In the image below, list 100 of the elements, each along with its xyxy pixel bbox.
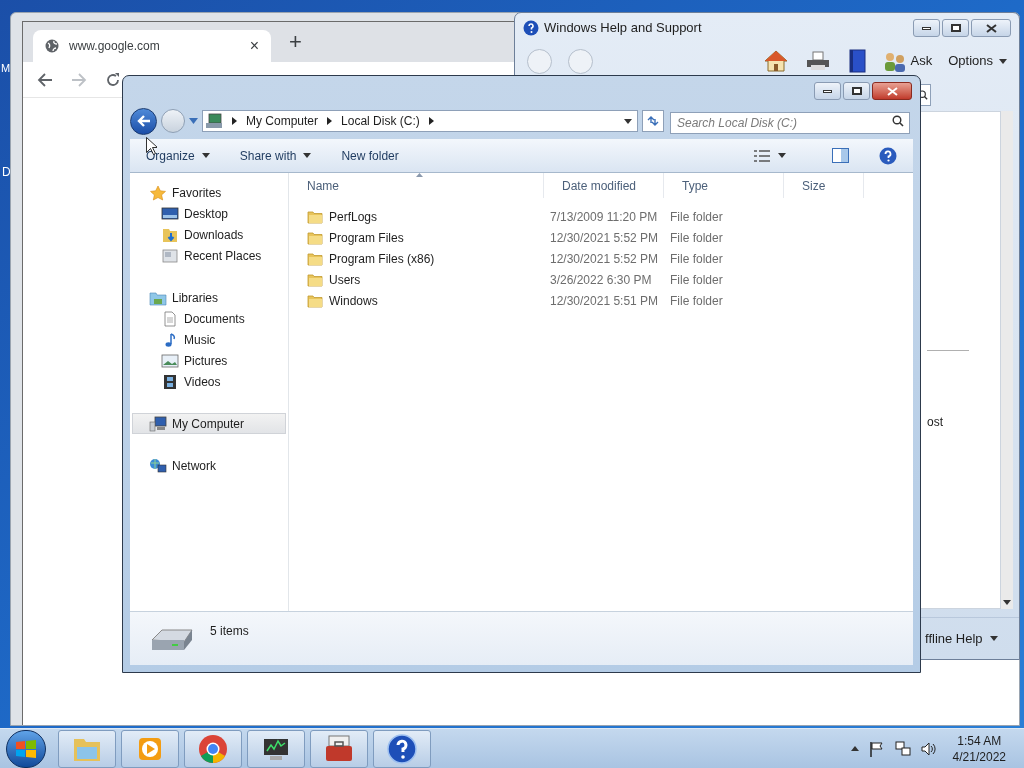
- help-text: ost: [927, 414, 944, 431]
- taskbar-app-button[interactable]: [310, 729, 368, 768]
- scrollbar[interactable]: [1001, 111, 1013, 609]
- file-name: PerfLogs: [329, 208, 378, 226]
- minimize-button[interactable]: [913, 19, 940, 37]
- nav-item[interactable]: Downloads: [132, 224, 286, 245]
- computer-icon: [149, 415, 167, 432]
- item-count: 5 items: [210, 623, 249, 640]
- nav-item[interactable]: Desktop: [132, 203, 286, 224]
- network-icon[interactable]: [894, 740, 911, 757]
- tab-close-button[interactable]: ×: [249, 34, 259, 58]
- flag-icon[interactable]: [868, 740, 885, 757]
- back-arrow-icon[interactable]: [37, 71, 53, 88]
- folder-icon: [307, 251, 323, 266]
- toolbar-command[interactable]: New folder: [341, 146, 399, 165]
- nav-item[interactable]: My Computer: [132, 413, 286, 434]
- caret-icon: [303, 153, 312, 158]
- desktop-icon-label: M: [1, 61, 11, 76]
- library-icon: [149, 289, 167, 306]
- new-tab-button[interactable]: +: [289, 25, 302, 58]
- printer-icon[interactable]: [804, 50, 831, 72]
- file-row[interactable]: Program Files 12/30/2021 5:52 PM File folder: [289, 227, 913, 248]
- nav-item[interactable]: Libraries: [132, 287, 286, 308]
- date-modified: 7/13/2009 11:20 PM: [549, 208, 659, 226]
- file-type: File folder: [669, 292, 724, 310]
- close-button[interactable]: [971, 19, 1011, 37]
- toolbar-command[interactable]: Organize: [146, 146, 210, 165]
- back-button[interactable]: [130, 107, 157, 135]
- file-row[interactable]: Users 3/26/2022 6:30 PM File folder: [289, 269, 913, 290]
- folder-download-icon: [161, 226, 179, 243]
- file-name: Program Files (x86): [329, 250, 435, 268]
- help-icon: [386, 732, 418, 765]
- date-modified: 12/30/2021 5:52 PM: [549, 250, 660, 268]
- nav-item[interactable]: Documents: [132, 308, 286, 329]
- close-button[interactable]: [872, 82, 912, 100]
- view-options-button[interactable]: [754, 149, 786, 162]
- nav-item[interactable]: Recent Places: [132, 245, 286, 266]
- help-icon[interactable]: [879, 146, 897, 165]
- folder-icon: [307, 272, 323, 287]
- folder-icon: [307, 293, 323, 308]
- taskbar-app-button[interactable]: [247, 729, 305, 768]
- home-icon[interactable]: [762, 49, 789, 73]
- file-name: Users: [329, 271, 361, 289]
- maximize-button[interactable]: [843, 82, 870, 100]
- globe-icon: [45, 39, 59, 53]
- film-strip-icon: [161, 373, 179, 390]
- date-modified: 12/30/2021 5:52 PM: [549, 229, 660, 247]
- refresh-button[interactable]: [642, 110, 664, 132]
- browser-tab[interactable]: www.google.com ×: [33, 30, 271, 62]
- dropdown-arrow-icon[interactable]: [189, 118, 198, 124]
- window-title: Windows Help and Support: [544, 19, 703, 38]
- nav-item[interactable]: Videos: [132, 371, 286, 392]
- book-icon[interactable]: [846, 49, 867, 73]
- nav-item[interactable]: Music: [132, 329, 286, 350]
- column-header[interactable]: Size: [784, 173, 864, 198]
- start-button[interactable]: [6, 729, 46, 768]
- show-hidden-icons-icon[interactable]: [850, 746, 859, 751]
- computer-icon: [205, 113, 223, 129]
- file-row[interactable]: Program Files (x86) 12/30/2021 5:52 PM File folder: [289, 248, 913, 269]
- caret-icon: [778, 153, 786, 158]
- reload-icon[interactable]: [105, 71, 121, 88]
- caret-icon: [624, 118, 632, 124]
- document-icon: [161, 310, 179, 327]
- taskbar-app-button[interactable]: [373, 729, 431, 768]
- file-type: File folder: [669, 208, 724, 226]
- search-field[interactable]: Search Local Disk (C:): [670, 112, 910, 134]
- speaker-icon[interactable]: [920, 740, 937, 757]
- search-icon: [892, 115, 904, 127]
- minimize-button[interactable]: [814, 82, 841, 100]
- windows-logo-icon: [15, 738, 37, 759]
- preview-pane-icon[interactable]: [832, 148, 849, 163]
- network-icon: [149, 457, 167, 474]
- clock[interactable]: 1:54 AM 4/21/2022: [952, 732, 1006, 765]
- star-icon: [149, 184, 167, 201]
- picture-icon: [161, 352, 179, 369]
- nav-item[interactable]: Network: [132, 455, 286, 476]
- chevron-icon: [327, 117, 333, 125]
- close-icon: [985, 23, 997, 33]
- maximize-button[interactable]: [942, 19, 969, 37]
- breadcrumb-item[interactable]: My Computer: [246, 112, 319, 130]
- nav-item[interactable]: Pictures: [132, 350, 286, 371]
- file-row[interactable]: Windows 12/30/2021 5:51 PM File folder: [289, 290, 913, 311]
- toolbar-command[interactable]: Share with: [239, 146, 312, 165]
- help-icon: [523, 20, 539, 36]
- chevron-icon: [232, 117, 237, 125]
- column-header[interactable]: Date modified: [544, 173, 664, 198]
- column-header[interactable]: Type: [664, 173, 784, 198]
- sort-arrow-icon: [416, 173, 423, 177]
- offline-help-menu[interactable]: ffline Help: [925, 628, 983, 649]
- nav-item[interactable]: Favorites: [132, 182, 286, 203]
- breadcrumb-item[interactable]: Local Disk (C:): [341, 112, 420, 130]
- address-bar[interactable]: My Computer Local Disk (C:): [202, 110, 638, 132]
- folder-icon: [307, 230, 323, 245]
- ask-button[interactable]: Ask: [910, 51, 933, 71]
- column-header[interactable]: Name: [289, 173, 544, 198]
- file-row[interactable]: PerfLogs 7/13/2009 11:20 PM File folder: [289, 206, 913, 227]
- date-modified: 12/30/2021 5:51 PM: [549, 292, 660, 310]
- chrome-icon: [197, 732, 229, 765]
- options-menu[interactable]: Options: [948, 51, 1007, 71]
- caret-icon: [989, 636, 998, 641]
